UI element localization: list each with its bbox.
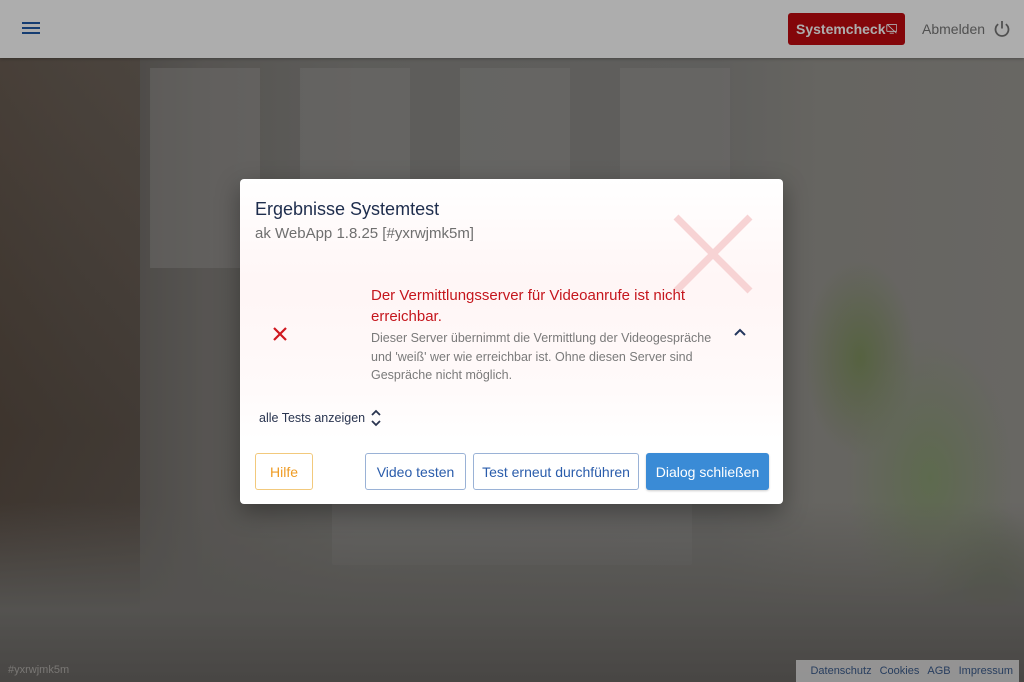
- chevron-up-icon[interactable]: [733, 327, 747, 337]
- close-dialog-button[interactable]: Dialog schließen: [646, 453, 769, 490]
- show-all-tests-label: alle Tests anzeigen: [259, 411, 366, 425]
- dialog-title: Ergebnisse Systemtest: [255, 199, 440, 219]
- retest-button[interactable]: Test erneut durchführen: [473, 453, 639, 490]
- error-description: Dieser Server übernimmt die Vermittlung …: [371, 331, 712, 382]
- close-x-icon: [273, 327, 287, 341]
- error-title: Der Vermittlungsserver für Videoanrufe i…: [371, 287, 686, 325]
- large-error-x-icon: [673, 214, 753, 294]
- dialog-subtitle: ak WebApp 1.8.25 [#yxrwjmk5m]: [255, 225, 474, 242]
- test-video-button[interactable]: Video testen: [365, 453, 466, 490]
- help-button[interactable]: Hilfe: [255, 453, 313, 490]
- show-all-tests-toggle[interactable]: alle Tests anzeigen: [259, 408, 382, 428]
- unfold-icon: [371, 409, 381, 427]
- system-test-dialog: Ergebnisse Systemtest ak WebApp 1.8.25 […: [240, 179, 783, 504]
